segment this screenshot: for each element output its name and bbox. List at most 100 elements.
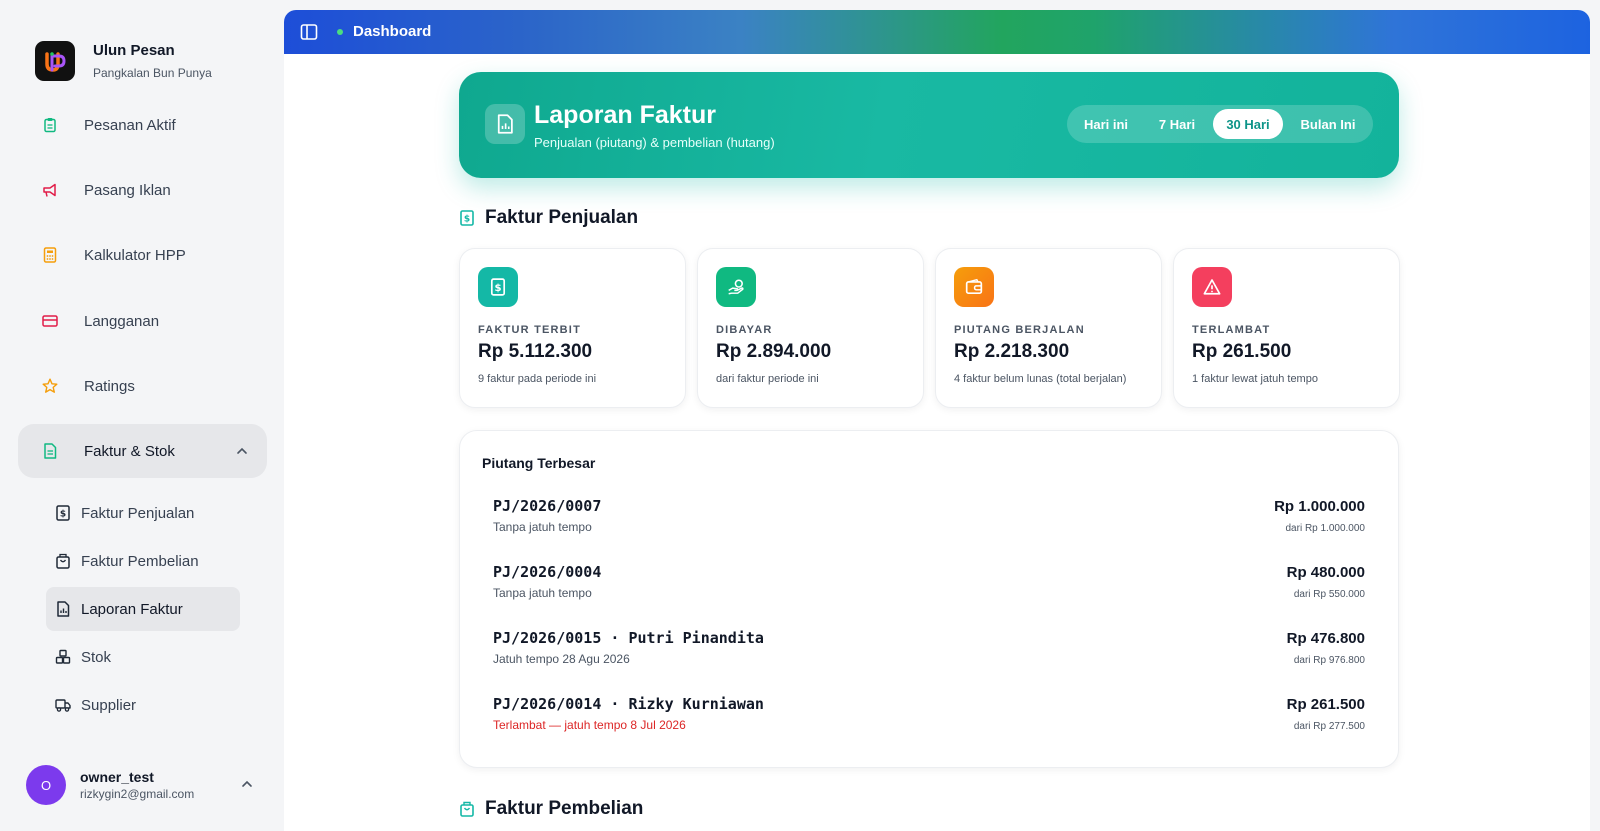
nav-item-label: Langganan: [84, 312, 160, 330]
stat-note: 4 faktur belum lunas (total berjalan): [954, 373, 1127, 385]
sub-item-supplier[interactable]: Supplier: [46, 683, 240, 727]
stat-label: PIUTANG BERJALAN: [954, 324, 1085, 336]
sidebar-toggle-icon[interactable]: [300, 23, 318, 41]
outstanding-amount: Rp 261.500: [1286, 696, 1365, 713]
hand-coins-icon: [716, 267, 756, 307]
nav-item-ratings[interactable]: Ratings: [18, 359, 267, 413]
brand[interactable]: Ulun Pesan Pangkalan Bun Punya: [35, 41, 212, 81]
nav-item-kalkulator-hpp[interactable]: Kalkulator HPP: [18, 228, 267, 282]
brand-subtitle: Pangkalan Bun Punya: [93, 66, 212, 80]
receivable-row[interactable]: PJ/2026/0015 · Putri Pinandita Jatuh tem…: [493, 629, 1365, 675]
range-7-hari-button[interactable]: 7 Hari: [1145, 109, 1209, 139]
page-title: Dashboard: [353, 23, 432, 40]
section-faktur-pembelian: Faktur Pembelian: [459, 798, 643, 820]
invoice-id: PJ/2026/0015 · Putri Pinandita: [493, 629, 764, 647]
stat-label: DIBAYAR: [716, 324, 773, 336]
top-receivables-card: Piutang Terbesar PJ/2026/0007 Tanpa jatu…: [459, 430, 1399, 768]
nav-item-label: Kalkulator HPP: [84, 246, 186, 264]
receivable-row[interactable]: PJ/2026/0007 Tanpa jatuh tempo Rp 1.000.…: [493, 497, 1365, 543]
chevron-up-icon[interactable]: [235, 444, 249, 458]
alert-triangle-icon: [1192, 267, 1232, 307]
sub-item-faktur-penjualan[interactable]: $ Faktur Penjualan: [46, 491, 240, 535]
svg-text:$: $: [60, 510, 66, 520]
sub-item-label: Faktur Penjualan: [81, 504, 195, 522]
range-30-hari-button[interactable]: 30 Hari: [1213, 109, 1283, 139]
stat-card-dibayar: DIBAYAR Rp 2.894.000 dari faktur periode…: [697, 248, 924, 408]
megaphone-icon: [43, 183, 56, 197]
section-title: Faktur Pembelian: [485, 798, 644, 819]
stat-note: dari faktur periode ini: [716, 373, 819, 385]
sub-item-faktur-pembelian[interactable]: Faktur Pembelian: [46, 539, 240, 583]
boxes-icon: [55, 649, 71, 664]
sub-item-laporan-faktur[interactable]: Laporan Faktur: [46, 587, 240, 631]
stat-value: Rp 261.500: [1192, 341, 1292, 362]
invoice-id: PJ/2026/0007: [493, 497, 602, 515]
outstanding-amount: Rp 480.000: [1286, 564, 1365, 581]
avatar: O: [26, 765, 66, 805]
clipboard-icon: [44, 118, 56, 133]
nav-item-label: Pesanan Aktif: [84, 116, 176, 134]
shopping-bag-icon: [56, 553, 70, 569]
stat-value: Rp 2.218.300: [954, 341, 1070, 362]
star-icon: [42, 378, 58, 393]
chevron-up-icon: [242, 780, 252, 787]
user-email: rizkygin2@gmail.com: [80, 787, 195, 801]
svg-text:$: $: [464, 215, 470, 225]
brand-name: Ulun Pesan: [93, 42, 175, 59]
stat-label: TERLAMBAT: [1192, 324, 1271, 336]
shopping-bag-icon: [460, 801, 474, 817]
sub-item-label: Stok: [81, 648, 112, 666]
receivable-row[interactable]: PJ/2026/0014 · Rizky Kurniawan Terlambat…: [493, 695, 1365, 741]
nav-item-pesanan-aktif[interactable]: Pesanan Aktif: [18, 98, 267, 152]
sidebar: Ulun Pesan Pangkalan Bun Punya Pesanan A…: [0, 0, 284, 831]
user-name: owner_test: [80, 769, 154, 785]
date-range-selector: Hari ini 7 Hari 30 Hari Bulan Ini: [1067, 105, 1373, 143]
outstanding-amount: Rp 476.800: [1286, 630, 1365, 647]
truck-icon: [55, 699, 71, 712]
main-panel: Dashboard Laporan Faktur Penjualan (piut…: [284, 10, 1590, 831]
report-icon: [485, 104, 525, 144]
range-hari-ini-button[interactable]: Hari ini: [1071, 109, 1141, 139]
section-faktur-penjualan: $ Faktur Penjualan: [459, 207, 638, 229]
status-dot: [337, 29, 343, 35]
nav-item-langganan[interactable]: Langganan: [18, 294, 267, 348]
outstanding-amount: Rp 1.000.000: [1274, 498, 1365, 515]
stat-value: Rp 2.894.000: [716, 341, 832, 362]
sub-item-stok[interactable]: Stok: [46, 635, 240, 679]
nav-item-pasang-iklan[interactable]: Pasang Iklan: [18, 163, 267, 217]
nav-item-label: Faktur & Stok: [84, 442, 175, 460]
report-chart-icon: [57, 601, 70, 617]
due-info: Tanpa jatuh tempo: [493, 520, 592, 534]
due-info: Tanpa jatuh tempo: [493, 586, 592, 600]
stat-card-piutang-berjalan: PIUTANG BERJALAN Rp 2.218.300 4 faktur b…: [935, 248, 1162, 408]
receivable-row[interactable]: PJ/2026/0004 Tanpa jatuh tempo Rp 480.00…: [493, 563, 1365, 609]
stat-note: 9 faktur pada periode ini: [478, 373, 597, 385]
stat-note: 1 faktur lewat jatuh tempo: [1192, 373, 1318, 385]
invoice-id: PJ/2026/0014 · Rizky Kurniawan: [493, 695, 764, 713]
nav-item-label: Ratings: [84, 377, 135, 395]
range-bulan-ini-button[interactable]: Bulan Ini: [1287, 109, 1369, 139]
sub-item-label: Faktur Pembelian: [81, 552, 199, 570]
sub-item-label: Laporan Faktur: [81, 600, 183, 618]
invoice-dollar-icon: $: [56, 505, 70, 521]
invoice-total: dari Rp 976.800: [1293, 655, 1365, 666]
top-bar: Dashboard: [284, 10, 1590, 54]
invoice-id: PJ/2026/0004: [493, 563, 602, 581]
calculator-icon: [43, 247, 57, 263]
invoice-icon: $: [478, 267, 518, 307]
report-header: Laporan Faktur Penjualan (piutang) & pem…: [459, 72, 1399, 178]
list-title: Piutang Terbesar: [482, 455, 596, 471]
invoice-total: dari Rp 277.500: [1293, 721, 1365, 732]
due-info: Jatuh tempo 28 Agu 2026: [493, 652, 630, 666]
svg-text:$: $: [494, 283, 501, 294]
stat-card-terlambat: TERLAMBAT Rp 261.500 1 faktur lewat jatu…: [1173, 248, 1400, 408]
nav-item-label: Pasang Iklan: [84, 181, 171, 199]
user-menu[interactable]: O owner_test rizkygin2@gmail.com: [26, 765, 266, 807]
invoice-total: dari Rp 1.000.000: [1285, 523, 1365, 534]
stat-label: FAKTUR TERBIT: [478, 324, 581, 336]
wallet-icon: [954, 267, 994, 307]
document-icon: [44, 443, 57, 459]
invoice-dollar-icon: $: [460, 210, 474, 226]
nav-item-faktur-stok[interactable]: Faktur & Stok: [18, 424, 267, 478]
section-title: Faktur Penjualan: [485, 207, 639, 228]
